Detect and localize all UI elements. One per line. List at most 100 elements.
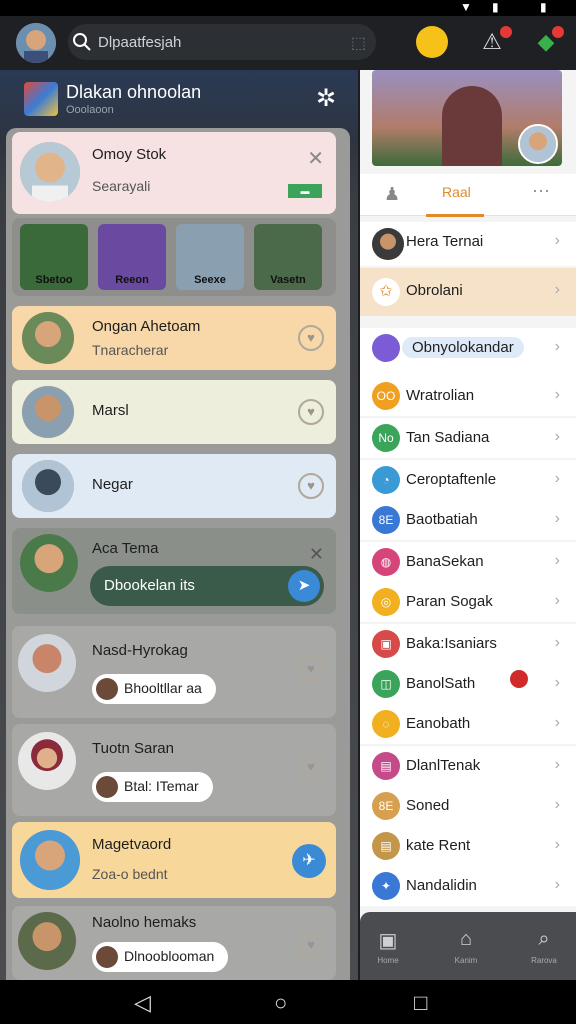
menu-item[interactable]: ▣ Baka:Isaniars ›: [360, 624, 576, 664]
menu-item[interactable]: ✩ Obrolani ›: [360, 268, 576, 316]
story-label: Reeon: [115, 274, 149, 286]
search-bar[interactable]: Dlpaatfesjah ⬚: [68, 24, 376, 60]
recents-button[interactable]: □: [414, 990, 427, 1016]
menu-label: DlanlTenak: [406, 757, 481, 774]
menu-item-icon: ◍: [372, 548, 400, 576]
chevron-right-icon: ›: [554, 510, 560, 527]
close-icon[interactable]: ✕: [307, 146, 324, 171]
story-thumb[interactable]: Reeon: [98, 224, 166, 290]
back-button[interactable]: ◁: [134, 990, 151, 1016]
more-icon[interactable]: ···: [532, 180, 550, 201]
menu-item-icon: ◫: [372, 670, 400, 698]
list-subtitle: Ooolaoon: [66, 104, 114, 116]
menu-item[interactable]: OO Wratrolian ›: [360, 376, 576, 416]
chat-card[interactable]: Negar ♥: [12, 454, 336, 518]
chevron-right-icon: ›: [554, 470, 560, 487]
menu-label: Hera Ternai: [406, 233, 484, 250]
nav-label: Kanim: [454, 956, 478, 965]
chat-card[interactable]: Nasd-Hyrokag Bhooltllar aa ♥: [12, 626, 336, 718]
menu-item[interactable]: 8E Soned ›: [360, 786, 576, 826]
chat-name: Negar: [92, 476, 133, 493]
stories-row: Sbetoo Reeon Seexe Vasetn: [12, 218, 336, 296]
chat-card[interactable]: Ongan Ahetoam Tnaracherar ♥: [12, 306, 336, 370]
menu-item[interactable]: ObnyolokandarObnyolokandar ›: [360, 328, 576, 376]
profile-avatar[interactable]: [16, 23, 56, 63]
message-pill: Dlnooblooman: [92, 942, 229, 972]
search-input[interactable]: Dlpaatfesjah: [98, 34, 181, 51]
menu-item[interactable]: ▤ DlanlTenak ›: [360, 746, 576, 786]
menu-label: Paran Sogak: [406, 593, 493, 610]
cover-figure: [442, 86, 502, 166]
chat-card[interactable]: Tuotn Saran Btal: ITemar ♥: [12, 724, 336, 816]
heart-icon[interactable]: ♥: [298, 325, 324, 351]
message-pill: Bhooltllar aa: [92, 674, 216, 704]
profile-avatar[interactable]: [518, 124, 558, 164]
menu-item[interactable]: ✦ Nandalidin ›: [360, 866, 576, 906]
message-pill: Btal: ITemar: [92, 772, 213, 802]
menu-item[interactable]: No Tan Sadiana ›: [360, 418, 576, 458]
app-shortcut-icon[interactable]: [416, 26, 448, 58]
camera-icon[interactable]: ⬚: [351, 33, 366, 53]
people-icon[interactable]: ♟: [384, 184, 400, 205]
story-thumb[interactable]: Sbetoo: [20, 224, 88, 290]
avatar: [18, 732, 76, 790]
heart-icon[interactable]: ♥: [298, 656, 324, 682]
nav-label: Home: [377, 956, 399, 965]
heart-icon[interactable]: ♥: [298, 754, 324, 780]
search-icon[interactable]: ⌕: [524, 928, 564, 951]
message-text: Btal: ITemar: [124, 778, 199, 794]
house-icon[interactable]: ⌂: [446, 928, 486, 951]
story-thumb[interactable]: Vasetn: [254, 224, 322, 290]
chat-card[interactable]: Naolno hemaks Dlnooblooman ♥: [12, 906, 336, 980]
battery-icon: ▮: [540, 0, 547, 14]
star-icon: ✩: [372, 278, 400, 306]
menu-item[interactable]: Hera Ternai ›: [360, 222, 576, 266]
menu-item-icon: 8E: [372, 792, 400, 820]
avatar: [22, 460, 74, 512]
menu-label: Obrolani: [406, 282, 463, 299]
menu-item[interactable]: ▤ kate Rent ›: [360, 826, 576, 866]
heart-icon[interactable]: ♥: [298, 932, 324, 958]
chat-card[interactable]: Magetvaord Zoa-o bednt ✈: [12, 822, 336, 898]
chevron-right-icon: ›: [554, 674, 560, 691]
call-button[interactable]: ✈: [292, 844, 326, 878]
search-icon: [73, 33, 91, 51]
mini-avatar: [96, 776, 118, 798]
chevron-right-icon: ›: [554, 428, 560, 445]
chevron-right-icon: ›: [554, 876, 560, 893]
heart-icon[interactable]: ♥: [298, 473, 324, 499]
home-icon[interactable]: ▣: [368, 928, 408, 953]
menu-label: Obnyolokandar: [402, 337, 524, 358]
chat-card[interactable]: Aca Tema ✕ Dbookelan its ➤: [12, 528, 336, 614]
menu-item[interactable]: 8E Baotbatiah ›: [360, 500, 576, 540]
avatar: [22, 386, 74, 438]
chevron-right-icon: ›: [554, 552, 560, 569]
tab-active[interactable]: Raal: [442, 184, 471, 200]
chat-preview: Zoa-o bednt: [92, 866, 168, 882]
menu-item[interactable]: ◎ Paran Sogak ›: [360, 582, 576, 622]
menu-item[interactable]: ◫ BanolSath ›: [360, 664, 576, 704]
chat-card[interactable]: Omoy Stok Searayali ✕ ▬: [12, 132, 336, 214]
avatar: [20, 534, 78, 592]
reply-bar[interactable]: Dbookelan its ➤: [90, 566, 324, 606]
send-button[interactable]: ➤: [288, 570, 320, 602]
chat-name: Omoy Stok: [92, 146, 167, 163]
menu-item-icon: ▣: [372, 630, 400, 658]
menu-item-icon: ◌: [372, 710, 400, 738]
menu-item[interactable]: ◍ BanaSekan ›: [360, 542, 576, 582]
menu-item[interactable]: ◔ Ceroptaftenle ›: [360, 460, 576, 500]
home-button[interactable]: ○: [274, 990, 287, 1016]
chevron-right-icon: ›: [554, 714, 560, 731]
heart-icon[interactable]: ♥: [298, 399, 324, 425]
menu-item-icon: OO: [372, 382, 400, 410]
story-thumb[interactable]: Seexe: [176, 224, 244, 290]
chevron-right-icon: ›: [554, 592, 560, 609]
chat-name: Magetvaord: [92, 836, 172, 853]
signal-icon: ▮: [492, 0, 499, 14]
close-icon[interactable]: ✕: [309, 544, 324, 565]
menu-item-icon: ◎: [372, 588, 400, 616]
star-icon[interactable]: ✲: [316, 84, 336, 113]
status-tag: ▬: [288, 184, 322, 198]
chat-card[interactable]: Marsl ♥: [12, 380, 336, 444]
menu-item[interactable]: ◌ Eanobath ›: [360, 704, 576, 744]
